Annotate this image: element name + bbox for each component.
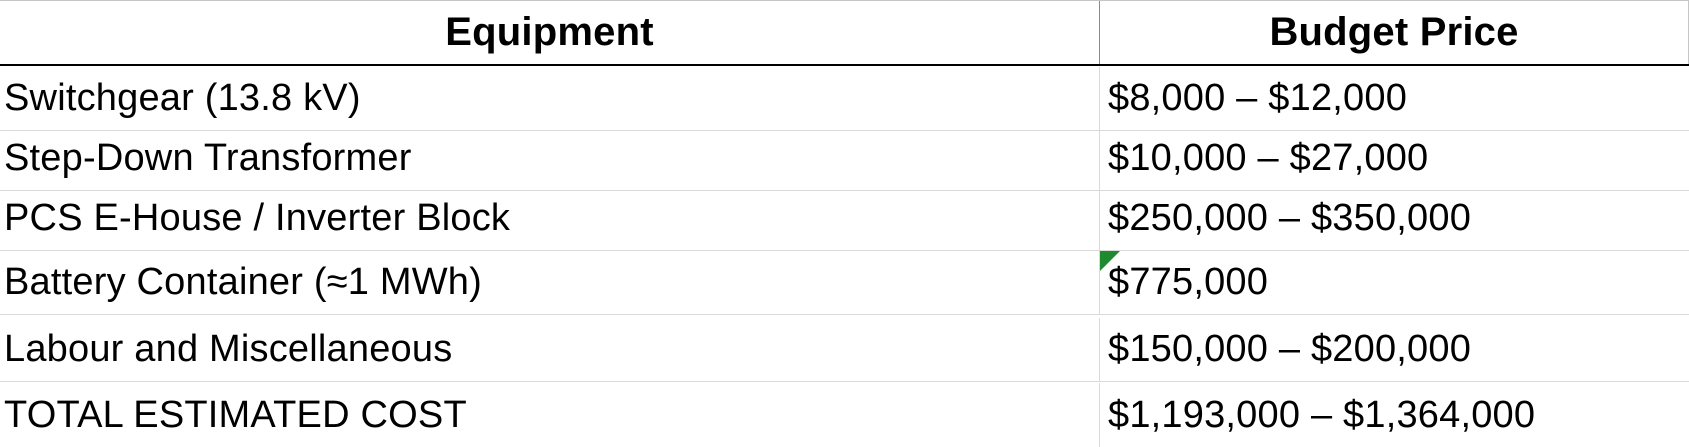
table-row: Battery Container (≈1 MWh) $775,000 <box>0 251 1689 315</box>
table-row: PCS E-House / Inverter Block $250,000 – … <box>0 187 1689 251</box>
header-budget-price[interactable]: Budget Price <box>1100 1 1689 64</box>
budget-price-cell[interactable]: $8,000 – $12,000 <box>1100 67 1689 130</box>
budget-price-cell[interactable]: $775,000 <box>1100 251 1689 314</box>
equipment-cell[interactable]: PCS E-House / Inverter Block <box>0 187 1100 250</box>
header-row: Equipment Budget Price <box>0 0 1689 66</box>
equipment-cell[interactable]: Labour and Miscellaneous <box>0 318 1100 381</box>
equipment-cell[interactable]: TOTAL ESTIMATED COST <box>0 383 1100 447</box>
equipment-cell[interactable]: Step-Down Transformer <box>0 127 1100 190</box>
spreadsheet-table: Equipment Budget Price Switchgear (13.8 … <box>0 0 1689 447</box>
budget-price-text: $775,000 <box>1108 261 1269 303</box>
comment-indicator-icon <box>1100 251 1120 271</box>
table-row: TOTAL ESTIMATED COST $1,193,000 – $1,364… <box>0 383 1689 447</box>
equipment-cell[interactable]: Battery Container (≈1 MWh) <box>0 251 1100 314</box>
budget-price-cell[interactable]: $10,000 – $27,000 <box>1100 127 1689 190</box>
table-row: Step-Down Transformer $10,000 – $27,000 <box>0 127 1689 191</box>
equipment-cell[interactable]: Switchgear (13.8 kV) <box>0 67 1100 130</box>
budget-price-cell[interactable]: $250,000 – $350,000 <box>1100 187 1689 250</box>
table-row: Switchgear (13.8 kV) $8,000 – $12,000 <box>0 67 1689 131</box>
table-row: Labour and Miscellaneous $150,000 – $200… <box>0 318 1689 382</box>
budget-price-cell[interactable]: $150,000 – $200,000 <box>1100 318 1689 381</box>
budget-price-cell[interactable]: $1,193,000 – $1,364,000 <box>1100 383 1689 447</box>
header-equipment[interactable]: Equipment <box>0 1 1100 64</box>
